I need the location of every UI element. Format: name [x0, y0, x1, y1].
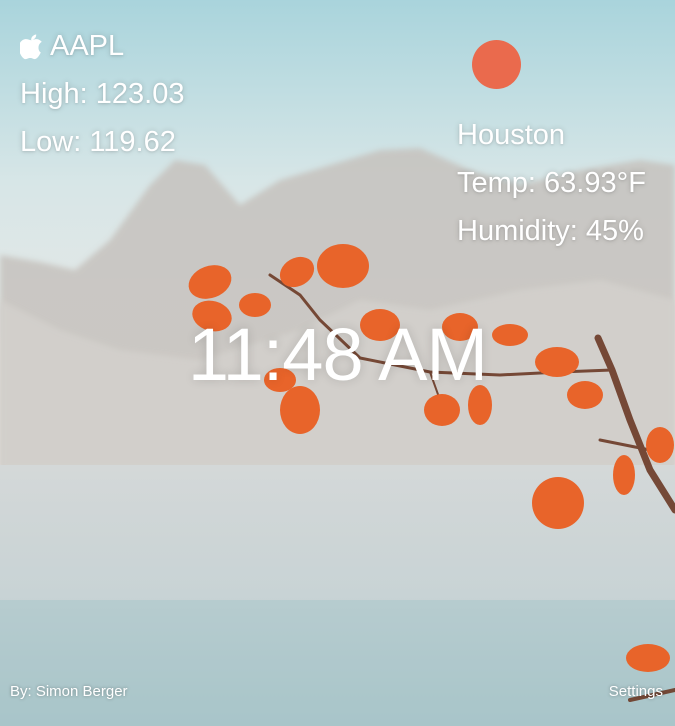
weather-humidity: Humidity: 45% — [457, 215, 644, 247]
clock-time: 11:48 AM — [187, 313, 488, 396]
weather-temp: Temp: 63.93°F — [457, 167, 646, 199]
stock-ticker: AAPL — [50, 30, 125, 62]
weather-widget: Houston Temp: 63.93°F Humidity: 45% — [457, 40, 646, 255]
stock-low: Low: 119.62 — [20, 126, 176, 158]
apple-logo-icon — [20, 34, 42, 60]
photo-credit: By: Simon Berger — [10, 683, 128, 700]
settings-button[interactable]: Settings — [609, 683, 663, 700]
stock-widget: AAPL High: 123.03 Low: 119.62 — [20, 22, 184, 166]
sun-icon — [472, 40, 521, 89]
stock-high: High: 123.03 — [20, 78, 185, 110]
weather-city: Houston — [457, 119, 566, 151]
stock-ticker-row: AAPL — [20, 22, 184, 70]
